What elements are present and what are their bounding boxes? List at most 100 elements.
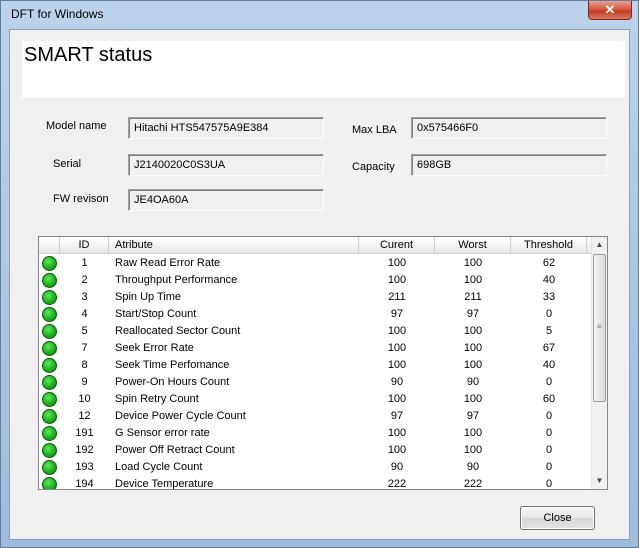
cell-attribute: Reallocated Sector Count	[115, 325, 241, 337]
column-header-attribute[interactable]: Atribute	[109, 237, 359, 254]
table-row[interactable]: 9 Power-On Hours Count 90 90 0	[39, 374, 592, 391]
cell-attribute: Spin Up Time	[115, 291, 182, 303]
table-row[interactable]: 8 Seek Time Perfomance 100 100 40	[39, 357, 592, 374]
status-ok-icon	[42, 324, 57, 339]
cell-id: 10	[78, 393, 91, 405]
table-row[interactable]: 10 Spin Retry Count 100 100 60	[39, 391, 592, 408]
column-header-threshold[interactable]: Threshold	[511, 237, 587, 254]
cell-current: 100	[387, 444, 407, 456]
cell-threshold: 60	[542, 393, 556, 405]
status-ok-icon	[42, 273, 57, 288]
cell-attribute: Power Off Retract Count	[115, 444, 235, 456]
cell-threshold: 0	[545, 410, 553, 422]
cell-id: 5	[81, 325, 88, 337]
status-ok-icon	[42, 477, 57, 489]
status-ok-icon	[42, 307, 57, 322]
table-row[interactable]: 192 Power Off Retract Count 100 100 0	[39, 442, 592, 459]
cell-worst: 100	[463, 257, 483, 269]
cell-attribute: Spin Retry Count	[115, 393, 199, 405]
status-ok-icon	[42, 358, 57, 373]
cell-current: 100	[387, 342, 407, 354]
cell-attribute: Device Temperature	[115, 478, 214, 490]
table-row[interactable]: 12 Device Power Cycle Count 97 97 0	[39, 408, 592, 425]
cell-threshold: 0	[545, 376, 553, 388]
cell-threshold: 0	[545, 478, 553, 490]
cell-threshold: 0	[545, 444, 553, 456]
cell-worst: 90	[466, 461, 480, 473]
status-ok-icon	[42, 460, 57, 475]
column-header-status[interactable]	[39, 237, 60, 254]
fw-revision-field: JE4OA60A	[128, 189, 324, 211]
cell-worst: 100	[463, 444, 483, 456]
cell-id: 12	[78, 410, 91, 422]
status-ok-icon	[42, 341, 57, 356]
cell-worst: 100	[463, 274, 483, 286]
cell-threshold: 67	[542, 342, 556, 354]
title-bar[interactable]: DFT for Windows ✕	[1, 1, 638, 27]
table-row[interactable]: 4 Start/Stop Count 97 97 0	[39, 306, 592, 323]
column-header-id[interactable]: ID	[60, 237, 109, 254]
table-row[interactable]: 2 Throughput Performance 100 100 40	[39, 272, 592, 289]
column-header-worst[interactable]: Worst	[435, 237, 511, 254]
dialog-client: SMART status Model name Hitachi HTS54757…	[9, 29, 630, 540]
status-ok-icon	[42, 392, 57, 407]
table-row[interactable]: 1 Raw Read Error Rate 100 100 62	[39, 255, 592, 272]
cell-worst: 100	[463, 325, 483, 337]
window-close-icon[interactable]: ✕	[588, 1, 632, 20]
cell-threshold: 40	[542, 359, 556, 371]
page-title: SMART status	[24, 44, 153, 66]
table-row[interactable]: 7 Seek Error Rate 100 100 67	[39, 340, 592, 357]
cell-current: 211	[388, 291, 406, 303]
list-header: ID Atribute Curent Worst Threshold	[39, 237, 592, 254]
cell-current: 100	[387, 274, 407, 286]
cell-current: 222	[387, 478, 407, 490]
cell-attribute: G Sensor error rate	[115, 427, 210, 439]
cell-current: 100	[387, 257, 407, 269]
scroll-thumb[interactable]: ≡	[593, 254, 606, 402]
capacity-field: 698GB	[411, 154, 607, 176]
status-ok-icon	[42, 290, 57, 305]
smart-attributes-list[interactable]: ID Atribute Curent Worst Threshold 1 Raw …	[38, 236, 608, 490]
table-row[interactable]: 194 Device Temperature 222 222 0	[39, 476, 592, 490]
column-header-current[interactable]: Curent	[359, 237, 435, 254]
capacity-label: Capacity	[352, 161, 395, 173]
cell-id: 191	[75, 427, 94, 439]
cell-id: 1	[81, 257, 88, 269]
table-row[interactable]: 5 Reallocated Sector Count 100 100 5	[39, 323, 592, 340]
cell-attribute: Start/Stop Count	[115, 308, 197, 320]
cell-attribute: Throughput Performance	[115, 274, 238, 286]
cell-worst: 222	[463, 478, 483, 490]
cell-id: 4	[81, 308, 88, 320]
table-row[interactable]: 191 G Sensor error rate 100 100 0	[39, 425, 592, 442]
cell-attribute: Seek Error Rate	[115, 342, 194, 354]
cell-worst: 211	[464, 291, 482, 303]
cell-attribute: Raw Read Error Rate	[115, 257, 221, 269]
cell-worst: 97	[466, 410, 480, 422]
close-button[interactable]: Close	[520, 506, 595, 530]
cell-worst: 90	[466, 376, 480, 388]
cell-current: 100	[387, 359, 407, 371]
cell-attribute: Load Cycle Count	[115, 461, 203, 473]
cell-attribute: Seek Time Perfomance	[115, 359, 230, 371]
cell-id: 8	[81, 359, 88, 371]
cell-current: 100	[387, 427, 407, 439]
status-ok-icon	[42, 256, 57, 271]
table-row[interactable]: 193 Load Cycle Count 90 90 0	[39, 459, 592, 476]
cell-current: 100	[387, 393, 407, 405]
table-row[interactable]: 3 Spin Up Time 211 211 33	[39, 289, 592, 306]
scroll-down-icon[interactable]: ▼	[592, 473, 607, 489]
scroll-up-icon[interactable]: ▲	[592, 237, 607, 253]
status-ok-icon	[42, 409, 57, 424]
max-lba-field: 0x575466F0	[411, 117, 607, 139]
cell-threshold: 62	[542, 257, 556, 269]
cell-threshold: 0	[545, 461, 553, 473]
cell-id: 2	[81, 274, 88, 286]
cell-worst: 100	[463, 393, 483, 405]
header-panel: SMART status	[22, 41, 625, 98]
cell-worst: 97	[466, 308, 480, 320]
vertical-scrollbar[interactable]: ▲ ≡ ▼	[591, 237, 607, 489]
cell-worst: 100	[463, 342, 483, 354]
cell-threshold: 0	[545, 427, 553, 439]
cell-attribute: Device Power Cycle Count	[115, 410, 246, 422]
cell-current: 97	[390, 308, 404, 320]
